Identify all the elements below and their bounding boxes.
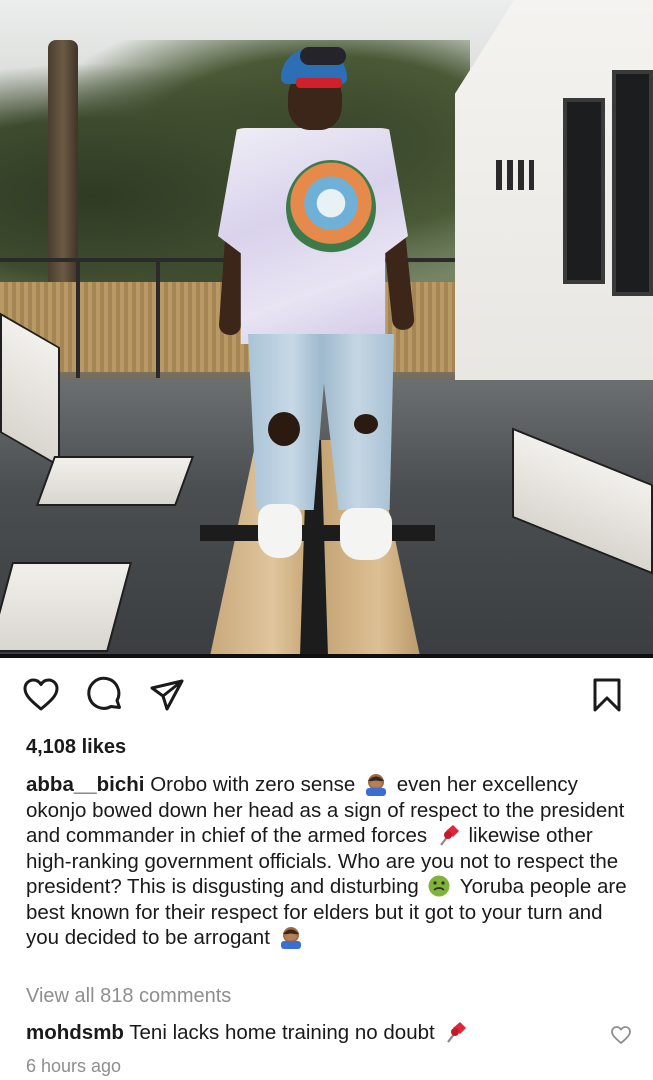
post-caption: abba__bichi Orobo with zero sense even h… <box>26 772 638 951</box>
likes-count[interactable]: 4,108 likes <box>26 736 126 759</box>
top-comment: mohdsmb Teni lacks home training no doub… <box>26 1020 596 1045</box>
photo-person <box>0 0 653 656</box>
caption-username[interactable]: abba__bichi <box>26 773 145 796</box>
comment-username[interactable]: mohdsmb <box>26 1021 124 1044</box>
facepalm-emoji-icon <box>278 925 304 949</box>
jeans-rip <box>268 412 300 446</box>
person-cap-brim <box>300 47 346 65</box>
heart-icon[interactable] <box>22 676 60 714</box>
pushpin-emoji-icon <box>442 1020 468 1044</box>
photo-divider <box>0 654 653 658</box>
facepalm-emoji-icon <box>363 772 389 796</box>
view-all-comments-link[interactable]: View all 818 comments <box>26 985 231 1008</box>
small-heart-icon[interactable] <box>610 1024 632 1046</box>
pushpin-emoji-icon <box>435 823 461 847</box>
post-action-bar <box>0 676 653 718</box>
caption-text: Orobo with zero sense <box>144 773 361 796</box>
person-sunglasses <box>296 78 342 88</box>
comment-icon[interactable] <box>86 676 124 714</box>
nauseated-face-emoji-icon <box>426 874 452 898</box>
shirt-print <box>286 160 376 256</box>
person-sneaker <box>258 504 302 558</box>
post-timestamp: 6 hours ago <box>26 1056 122 1076</box>
person-sneaker <box>340 508 392 560</box>
send-icon[interactable] <box>148 676 186 714</box>
comment-text: Teni lacks home training no doubt <box>123 1021 441 1044</box>
post-photo[interactable] <box>0 0 653 656</box>
bookmark-icon[interactable] <box>588 676 626 714</box>
jeans-rip <box>354 414 378 434</box>
